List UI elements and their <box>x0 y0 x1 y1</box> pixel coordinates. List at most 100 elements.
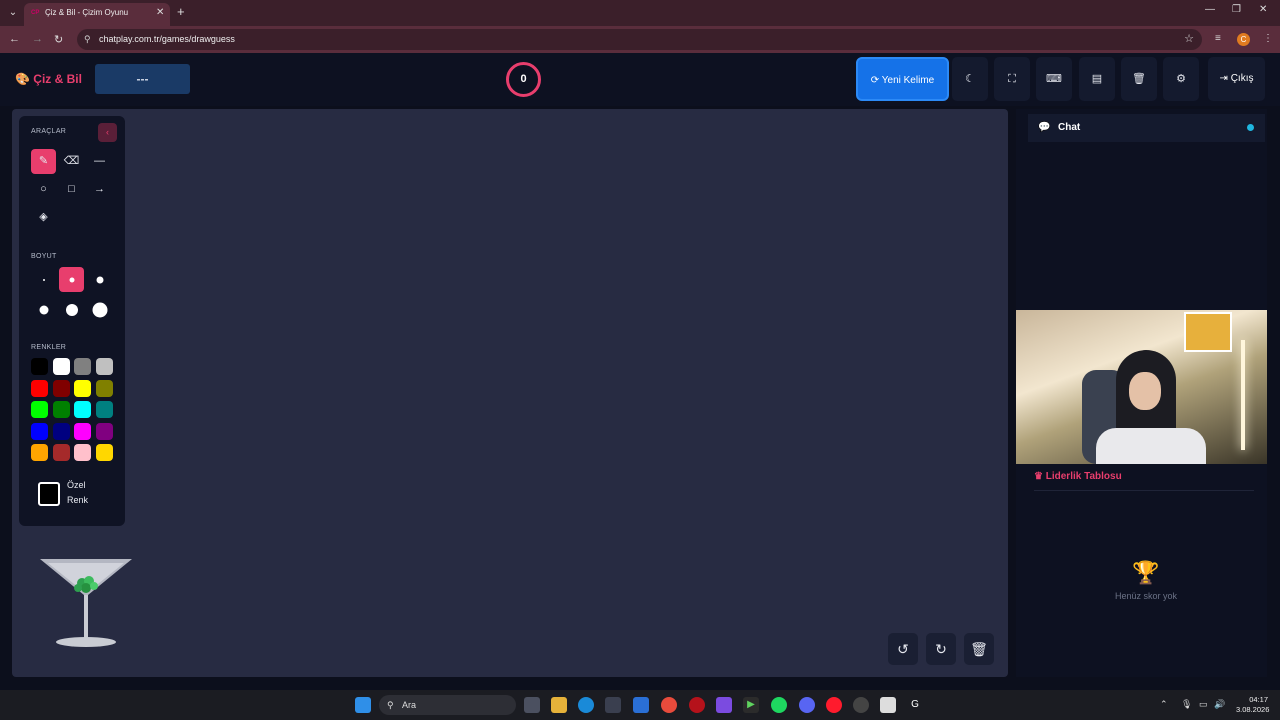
edge-icon[interactable] <box>578 697 594 713</box>
drawing-canvas[interactable] <box>12 109 1008 677</box>
eraser-icon: ⌫ <box>63 155 80 167</box>
size-option[interactable] <box>31 267 56 292</box>
color-swatch[interactable] <box>74 358 91 375</box>
new-word-button[interactable]: ⟳ Yeni Kelime <box>856 57 949 101</box>
collapse-panel-button[interactable]: ‹ <box>98 123 117 142</box>
archive-button[interactable]: ▤ <box>1079 57 1115 101</box>
opera-icon[interactable] <box>826 697 842 713</box>
clear-canvas-button[interactable]: 🗑 <box>964 633 994 665</box>
logo-text: Çiz & Bil <box>33 72 82 86</box>
browser-tab-bar: ⌄ CP Çiz & Bil - Çizim Oyunu ✕ + — ❐ ✕ <box>0 0 1280 26</box>
keyboard-icon: ⌨ <box>1046 73 1062 85</box>
color-swatch[interactable] <box>95 358 113 375</box>
wall-poster <box>1184 312 1232 352</box>
color-swatch[interactable] <box>31 379 48 397</box>
size-option[interactable] <box>87 267 112 292</box>
video-editor-icon[interactable] <box>716 697 732 713</box>
play-icon[interactable]: ▶ <box>743 697 759 713</box>
maximize-icon[interactable]: ❐ <box>1232 4 1241 15</box>
url-field[interactable]: ⚲ chatplay.com.tr/games/drawguess ☆ <box>77 29 1202 50</box>
keyboard-button[interactable]: ⌨ <box>1036 57 1072 101</box>
eraser-tool[interactable]: ⌫ <box>59 149 84 174</box>
color-swatch[interactable] <box>95 379 113 397</box>
extensions-icon[interactable]: ≡ <box>1215 33 1221 44</box>
bookmark-star-icon[interactable]: ☆ <box>1184 29 1194 50</box>
rectangle-tool[interactable]: □ <box>59 177 84 202</box>
trash-button[interactable]: 🗑 <box>1121 57 1157 101</box>
color-swatch[interactable] <box>52 379 70 397</box>
tab-close-icon[interactable]: ✕ <box>156 3 164 23</box>
profile-avatar[interactable]: C <box>1237 33 1250 46</box>
undo-icon: ↺ <box>897 641 909 657</box>
size-option[interactable] <box>59 267 84 292</box>
color-swatch[interactable] <box>52 358 70 375</box>
forward-icon[interactable]: → <box>32 33 43 45</box>
window-close-icon[interactable]: ✕ <box>1259 4 1267 15</box>
color-swatch[interactable] <box>31 444 48 461</box>
color-swatch[interactable] <box>31 422 48 440</box>
redo-button[interactable]: ↻ <box>926 633 956 665</box>
spotify-icon[interactable] <box>771 697 787 713</box>
tab-search-icon[interactable]: ⌄ <box>5 5 21 21</box>
line-tool[interactable]: — <box>87 149 112 174</box>
color-swatch[interactable] <box>95 401 113 418</box>
site-info-icon[interactable]: ⚲ <box>84 29 91 50</box>
color-swatch[interactable] <box>31 401 48 418</box>
color-swatch[interactable] <box>52 422 70 440</box>
volume-icon[interactable]: 🔊 <box>1214 699 1225 710</box>
chat-header: 💬 Chat <box>1028 114 1265 142</box>
steam-icon[interactable] <box>853 697 869 713</box>
task-view-icon[interactable] <box>524 697 540 713</box>
color-swatch[interactable] <box>74 379 91 397</box>
chevron-up-icon[interactable]: ⌃ <box>1160 699 1168 710</box>
system-clock[interactable]: 04:17 3.08.2026 <box>1236 695 1269 715</box>
file-explorer-icon[interactable] <box>551 697 567 713</box>
browser-menu-icon[interactable]: ⋮ <box>1263 33 1273 44</box>
mail-icon[interactable] <box>633 697 649 713</box>
tools-heading: ARAÇLAR <box>31 128 67 135</box>
back-icon[interactable]: ← <box>9 33 20 45</box>
dark-mode-button[interactable]: ☾ <box>952 57 988 101</box>
settings-button[interactable]: ⚙ <box>1163 57 1199 101</box>
discord-icon[interactable] <box>799 697 815 713</box>
obs-icon[interactable] <box>689 697 705 713</box>
arrow-tool[interactable]: → <box>87 177 112 202</box>
fullscreen-button[interactable]: ⛶ <box>994 57 1030 101</box>
browser-tab[interactable]: CP Çiz & Bil - Çizim Oyunu ✕ <box>24 3 170 26</box>
pencil-tool[interactable]: ✎ <box>31 149 56 174</box>
size-option[interactable] <box>59 297 84 322</box>
windows-start-icon[interactable] <box>355 697 371 713</box>
chrome-icon[interactable] <box>661 697 677 713</box>
network-icon[interactable]: ▭ <box>1199 699 1208 710</box>
new-tab-icon[interactable]: + <box>177 4 185 19</box>
url-text: chatplay.com.tr/games/drawguess <box>99 34 235 44</box>
color-swatch[interactable] <box>95 444 113 461</box>
size-option[interactable] <box>87 297 112 322</box>
color-swatch[interactable] <box>95 422 113 440</box>
circle-tool[interactable]: ○ <box>31 177 56 202</box>
color-swatch[interactable] <box>52 401 70 418</box>
color-swatch[interactable] <box>31 358 48 375</box>
microphone-icon[interactable]: 🎙 <box>1181 699 1192 710</box>
gear-icon: ⚙ <box>1176 73 1186 85</box>
color-swatch[interactable] <box>74 444 91 461</box>
expand-icon: ⛶ <box>1008 73 1016 85</box>
color-swatch[interactable] <box>52 444 70 461</box>
size-option[interactable] <box>31 297 56 322</box>
reload-icon[interactable]: ↻ <box>54 33 63 46</box>
app-g-icon[interactable]: G <box>907 697 923 713</box>
app-header: 🎨 Çiz & Bil --- 0 ⟳ Yeni Kelime ☾ ⛶ ⌨ ▤ … <box>0 53 1280 106</box>
minimize-icon[interactable]: — <box>1205 4 1215 15</box>
undo-button[interactable]: ↺ <box>888 633 918 665</box>
custom-color-swatch[interactable] <box>38 482 60 506</box>
exit-button[interactable]: ⇥ Çıkış <box>1208 57 1265 101</box>
line-icon: — <box>94 155 105 167</box>
store-icon[interactable] <box>605 697 621 713</box>
fill-tool[interactable]: ◈ <box>31 205 56 230</box>
chat-title: Chat <box>1058 122 1081 133</box>
taskbar-search[interactable]: ⚲ Ara <box>379 695 516 715</box>
paint-bucket-icon: ◈ <box>39 211 48 223</box>
color-swatch[interactable] <box>74 422 91 440</box>
notepad-icon[interactable] <box>880 697 896 713</box>
color-swatch[interactable] <box>74 401 91 418</box>
